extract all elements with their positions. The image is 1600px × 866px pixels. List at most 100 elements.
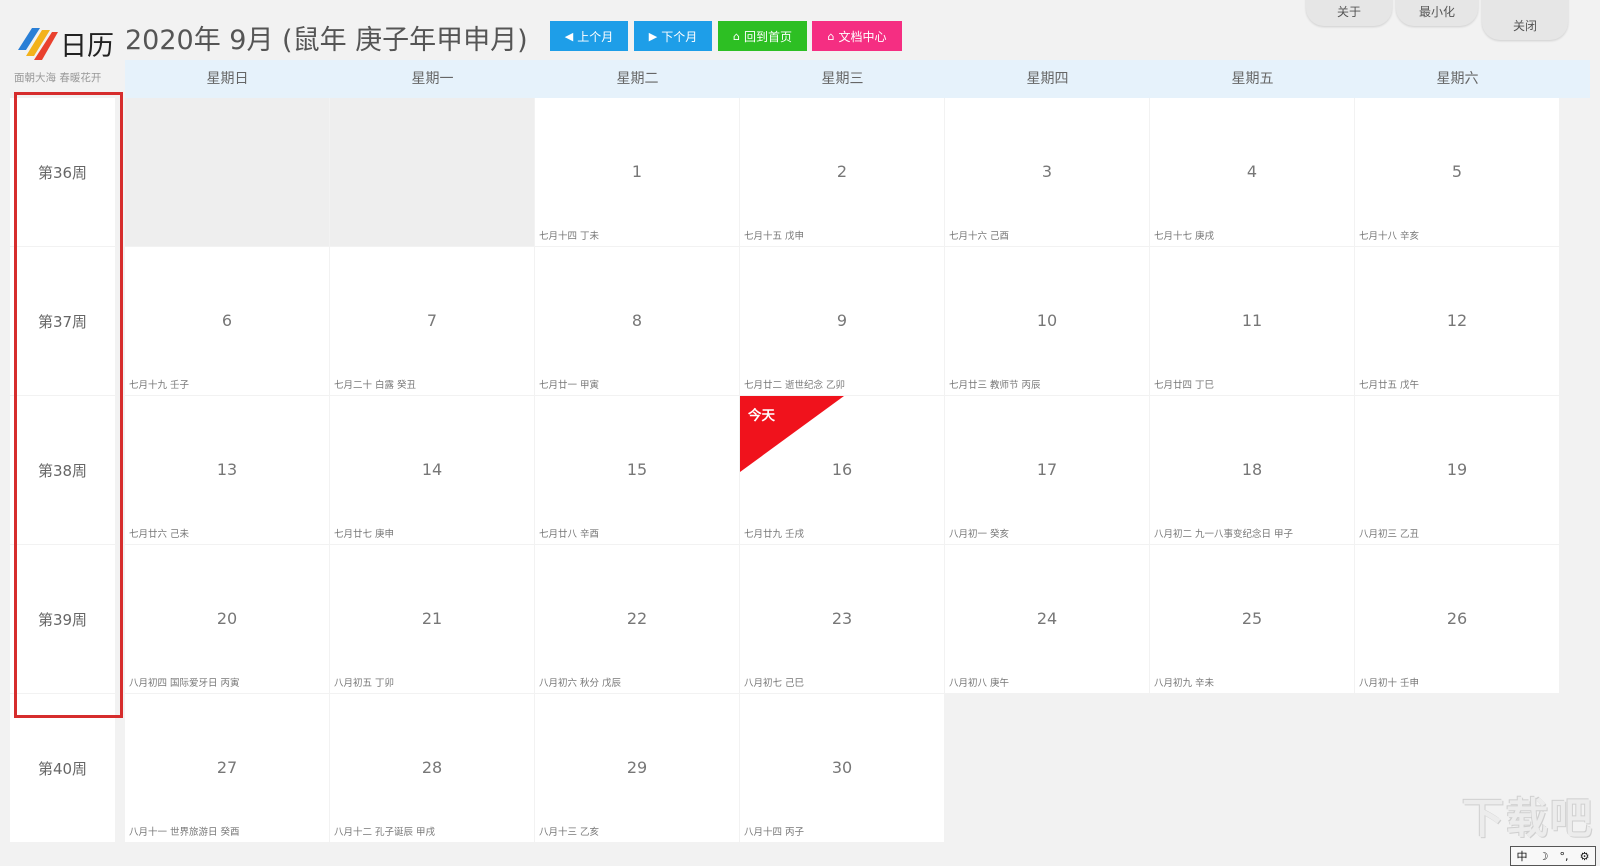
minimize-button[interactable]: 最小化 — [1396, 0, 1478, 26]
next-month-button[interactable]: ▶ 下个月 — [634, 21, 712, 51]
day-number: 7 — [426, 311, 438, 330]
home-icon: ⌂ — [827, 29, 835, 43]
day-number: 18 — [1241, 460, 1263, 479]
day-cell[interactable]: 9 七月廿二 逝世纪念 乙卯 — [740, 247, 944, 395]
day-cell[interactable]: 30 八月十四 丙子 — [740, 694, 944, 842]
moon-icon[interactable]: ☽ — [1539, 850, 1549, 863]
lunar-date: 八月初五 丁卯 — [334, 678, 395, 689]
day-cell[interactable]: 3 七月十六 己酉 — [945, 98, 1149, 246]
lunar-date: 八月初九 辛未 — [1154, 678, 1215, 689]
lunar-date: 八月十三 乙亥 — [539, 827, 600, 838]
week-column-highlight — [14, 92, 123, 718]
chevron-right-icon: ▶ — [648, 29, 658, 43]
lunar-date: 七月廿六 己未 — [129, 529, 190, 540]
lunar-date: 七月廿九 壬戌 — [744, 529, 805, 540]
day-cell[interactable]: 25 八月初九 辛未 — [1150, 545, 1354, 693]
day-cell[interactable]: 14 七月廿七 庚申 — [330, 396, 534, 544]
lunar-date: 八月初七 己巳 — [744, 678, 805, 689]
next-month-label: 下个月 — [661, 29, 698, 44]
lunar-date: 八月初八 庚午 — [949, 678, 1010, 689]
lunar-date: 八月十四 丙子 — [744, 827, 805, 838]
day-cell[interactable]: 22 八月初六 秋分 戊辰 — [535, 545, 739, 693]
day-cell[interactable]: 24 八月初八 庚午 — [945, 545, 1149, 693]
gear-icon[interactable]: ⚙ — [1580, 850, 1590, 863]
doc-center-button[interactable]: ⌂ 文档中心 — [812, 21, 902, 51]
page-title: 2020年 9月 (鼠年 庚子年甲申月) — [125, 25, 528, 56]
day-cell[interactable]: 21 八月初五 丁卯 — [330, 545, 534, 693]
day-number: 5 — [1451, 162, 1463, 181]
day-cell[interactable]: 29 八月十三 乙亥 — [535, 694, 739, 842]
day-number: 11 — [1241, 311, 1263, 330]
lunar-date: 八月初十 壬申 — [1359, 678, 1420, 689]
day-cell[interactable]: 27 八月十一 世界旅游日 癸酉 — [125, 694, 329, 842]
day-cell[interactable]: 17 八月初一 癸亥 — [945, 396, 1149, 544]
day-cell[interactable]: 2 七月十五 戊申 — [740, 98, 944, 246]
lunar-date: 八月十二 孔子诞辰 甲戌 — [334, 827, 436, 838]
watermark: 下载吧 — [1461, 794, 1594, 843]
lunar-date: 八月初一 癸亥 — [949, 529, 1010, 540]
close-button[interactable]: 关闭 — [1482, 0, 1568, 40]
day-cell[interactable]: 11 七月廿四 丁巳 — [1150, 247, 1354, 395]
lunar-date: 七月廿八 辛酉 — [539, 529, 600, 540]
day-number: 25 — [1241, 609, 1263, 628]
weekday-wednesday: 星期三 — [821, 71, 864, 87]
lunar-date: 七月十五 戊申 — [744, 231, 805, 242]
weekday-tuesday: 星期二 — [616, 71, 659, 87]
ime-chinese-mode[interactable]: 中 — [1517, 848, 1528, 864]
day-cell[interactable]: 12 七月廿五 戊午 — [1355, 247, 1559, 395]
day-cell[interactable]: 6 七月十九 壬子 — [125, 247, 329, 395]
home-icon: ⌂ — [733, 29, 740, 43]
day-cell[interactable]: 7 七月二十 白露 癸丑 — [330, 247, 534, 395]
day-cell[interactable]: 28 八月十二 孔子诞辰 甲戌 — [330, 694, 534, 842]
day-number: 29 — [626, 758, 648, 777]
day-cell[interactable]: 20 八月初四 国际爱牙日 丙寅 — [125, 545, 329, 693]
day-number: 2 — [836, 162, 848, 181]
day-number: 10 — [1036, 311, 1058, 330]
day-cell[interactable]: 4 七月十七 庚戌 — [1150, 98, 1354, 246]
ime-punctuation[interactable]: °, — [1560, 850, 1569, 863]
day-cell[interactable]: 5 七月十八 辛亥 — [1355, 98, 1559, 246]
weekday-thursday: 星期四 — [1026, 71, 1069, 87]
home-label: 回到首页 — [743, 29, 792, 44]
weekday-monday: 星期一 — [411, 71, 454, 87]
day-number: 4 — [1246, 162, 1258, 181]
day-cell[interactable]: 1 七月十四 丁未 — [535, 98, 739, 246]
day-cell[interactable]: 13 七月廿六 己未 — [125, 396, 329, 544]
home-button[interactable]: ⌂ 回到首页 — [718, 21, 807, 51]
day-number: 28 — [421, 758, 443, 777]
day-cell[interactable]: 18 八月初二 九一八事变纪念日 甲子 — [1150, 396, 1354, 544]
lunar-date: 七月二十 白露 癸丑 — [334, 380, 417, 391]
day-cell[interactable]: 15 七月廿八 辛酉 — [535, 396, 739, 544]
ime-toolbar[interactable]: 中 ☽ °, ⚙ — [1510, 846, 1596, 866]
lunar-date: 七月廿四 丁巳 — [1154, 380, 1215, 391]
weekday-saturday: 星期六 — [1436, 71, 1479, 87]
day-number: 3 — [1041, 162, 1053, 181]
day-number: 8 — [631, 311, 643, 330]
chevron-left-icon: ◀ — [564, 29, 574, 43]
day-number: 20 — [216, 609, 238, 628]
day-number: 30 — [831, 758, 853, 777]
weekday-header: 星期日 星期一 星期二 星期三 星期四 星期五 星期六 — [125, 60, 1590, 98]
lunar-date: 七月十七 庚戌 — [1154, 231, 1215, 242]
lunar-date: 七月廿五 戊午 — [1359, 380, 1420, 391]
app-name: 日历 — [60, 31, 114, 62]
about-button[interactable]: 关于 — [1306, 0, 1392, 26]
lunar-date: 七月十九 壬子 — [129, 380, 190, 391]
today-cell[interactable]: 今天 16 七月廿九 壬戌 — [740, 396, 944, 544]
lunar-date: 七月十四 丁未 — [539, 231, 600, 242]
day-cell[interactable]: 19 八月初三 乙丑 — [1355, 396, 1559, 544]
day-cell[interactable]: 8 七月廿一 甲寅 — [535, 247, 739, 395]
lunar-date: 八月初三 乙丑 — [1359, 529, 1420, 540]
day-number: 17 — [1036, 460, 1058, 479]
day-cell[interactable]: 26 八月初十 壬申 — [1355, 545, 1559, 693]
day-number: 21 — [421, 609, 443, 628]
day-number: 12 — [1446, 311, 1468, 330]
lunar-date: 八月初六 秋分 戊辰 — [539, 678, 622, 689]
prev-month-button[interactable]: ◀ 上个月 — [550, 21, 628, 51]
day-cell[interactable]: 10 七月廿三 教师节 丙辰 — [945, 247, 1149, 395]
doc-center-label: 文档中心 — [838, 29, 887, 44]
lunar-date: 七月十八 辛亥 — [1359, 231, 1420, 242]
lunar-date: 七月廿一 甲寅 — [539, 380, 600, 391]
lunar-date: 七月廿二 逝世纪念 乙卯 — [744, 380, 846, 391]
day-cell[interactable]: 23 八月初七 己巳 — [740, 545, 944, 693]
